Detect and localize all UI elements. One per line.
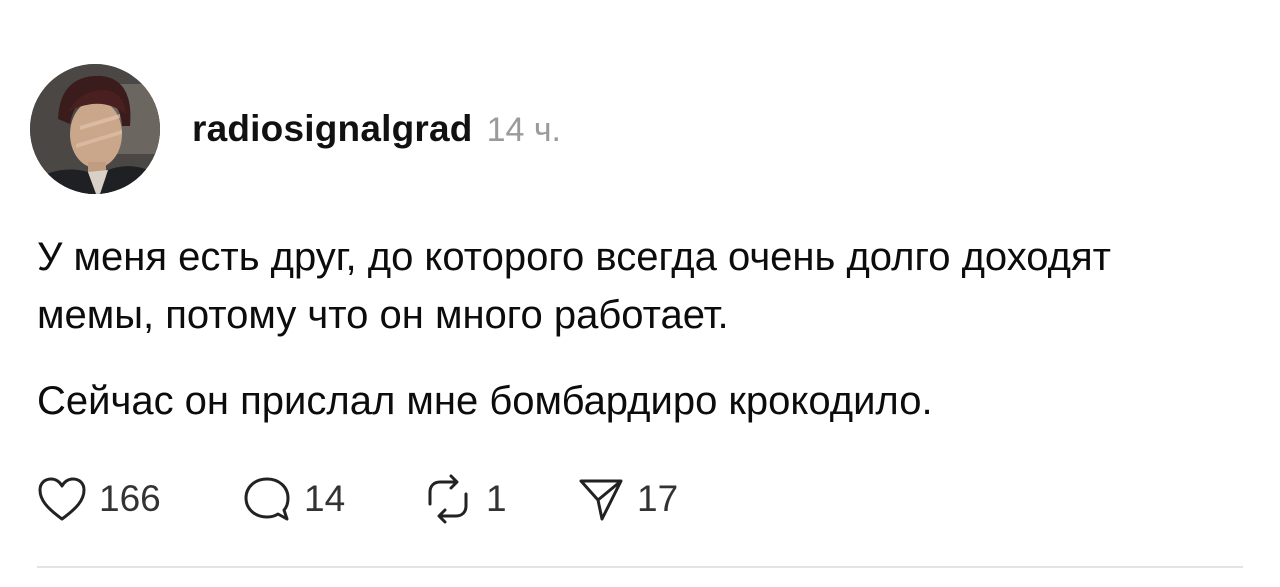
thread-post: radiosignalgrad 14 ч. У меня есть друг, … bbox=[0, 0, 1280, 587]
repost-icon bbox=[428, 474, 468, 524]
reply-count: 14 bbox=[304, 478, 346, 519]
username-link[interactable]: radiosignalgrad bbox=[192, 108, 473, 150]
heart-icon bbox=[38, 477, 86, 521]
send-icon bbox=[579, 479, 623, 521]
reply-button[interactable]: 14 bbox=[242, 475, 422, 523]
divider bbox=[37, 566, 1243, 568]
share-count: 17 bbox=[637, 478, 679, 519]
post-timestamp: 14 ч. bbox=[486, 111, 561, 149]
post-body: У меня есть друг, до которого всегда оче… bbox=[37, 228, 1237, 430]
share-button[interactable]: 17 bbox=[577, 475, 697, 523]
avatar-photo bbox=[30, 64, 160, 194]
post-paragraph: У меня есть друг, до которого всегда оче… bbox=[37, 235, 1111, 337]
like-button[interactable]: 166 bbox=[37, 476, 242, 522]
like-count: 166 bbox=[99, 478, 161, 519]
comment-bubble-icon bbox=[244, 477, 290, 521]
avatar[interactable] bbox=[30, 64, 160, 194]
post-header: radiosignalgrad 14 ч. bbox=[192, 108, 561, 152]
repost-count: 1 bbox=[486, 478, 507, 519]
post-paragraph: Сейчас он прислал мне бомбардиро крокоди… bbox=[37, 379, 933, 423]
post-actions: 166 14 1 17 bbox=[37, 474, 697, 524]
repost-button[interactable]: 1 bbox=[422, 474, 577, 524]
